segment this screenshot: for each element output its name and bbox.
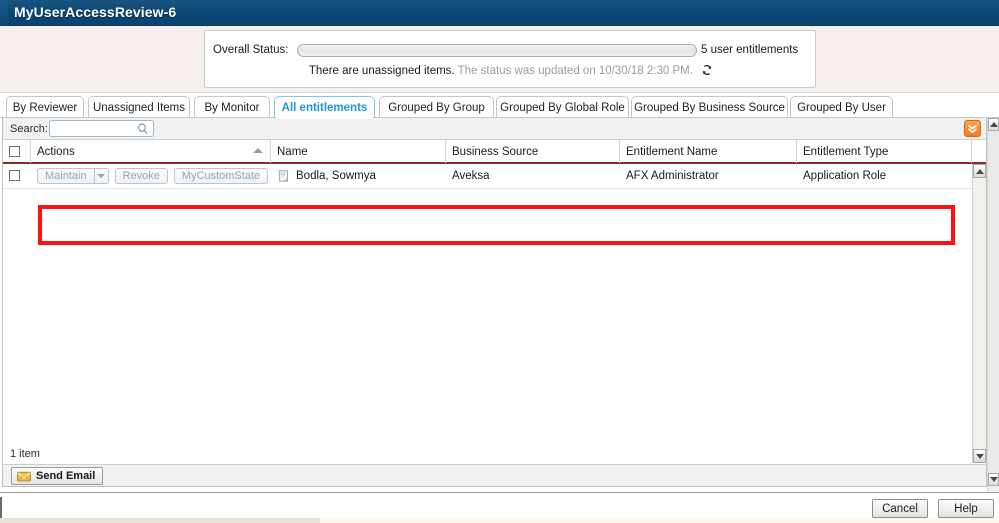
page-scroll-down-button[interactable] (988, 473, 999, 486)
refresh-icon[interactable] (701, 64, 713, 76)
page-title: MyUserAccessReview-6 (14, 4, 176, 20)
row-checkbox[interactable] (9, 170, 20, 181)
select-all-header-cell (3, 140, 31, 163)
table-header-row: Actions Name Business Source Entitlement… (3, 140, 986, 164)
overall-status-row: Overall Status: 5 user entitlements (213, 43, 809, 59)
page-scrollbar-track[interactable] (988, 131, 999, 473)
tab-by-reviewer[interactable]: By Reviewer (6, 96, 84, 118)
maintain-dropdown-arrow[interactable] (94, 168, 109, 184)
item-count-label: 1 item (10, 448, 40, 460)
column-header-business-source[interactable]: Business Source (446, 140, 620, 163)
tab-grouped-by-business-source[interactable]: Grouped By Business Source (631, 96, 788, 118)
column-header-entitlement-type-label: Entitlement Type (803, 146, 888, 158)
window-title-bar: MyUserAccessReview-6 (0, 0, 999, 26)
sort-ascending-icon (253, 148, 263, 153)
envelope-icon (17, 471, 31, 482)
triangle-up-icon (990, 122, 998, 127)
bottom-strip-right (320, 518, 999, 523)
search-input[interactable] (53, 122, 135, 136)
column-header-entitlement-name[interactable]: Entitlement Name (620, 140, 797, 163)
tab-grouped-by-user[interactable]: Grouped By User (790, 96, 893, 118)
row-select-cell (3, 164, 31, 188)
tab-grouped-by-global-role[interactable]: Grouped By Global Role (496, 96, 629, 118)
search-icon[interactable] (137, 123, 149, 135)
send-email-button[interactable]: Send Email (11, 467, 103, 485)
chevron-double-down-icon (966, 122, 979, 135)
row-entitlement-type-cell: Application Role (797, 164, 972, 188)
tab-unassigned-items[interactable]: Unassigned Items (88, 96, 190, 118)
overall-status-progress-bar (297, 44, 697, 57)
column-header-entitlement-name-label: Entitlement Name (626, 146, 717, 158)
column-header-actions[interactable]: Actions (31, 140, 271, 163)
maintain-button[interactable]: Maintain (37, 168, 94, 184)
header-scroll-spacer (972, 140, 986, 163)
grid-vertical-scrollbar[interactable] (972, 164, 986, 463)
search-label: Search: (10, 123, 48, 135)
row-name-text: Bodla, Sowmya (296, 170, 376, 182)
bottom-strip-left (0, 518, 320, 523)
grid-footer: 1 item Send Email (3, 464, 986, 486)
user-entitlement-icon (277, 169, 291, 183)
tab-by-monitor[interactable]: By Monitor (194, 96, 270, 118)
unassigned-items-warning: There are unassigned items. (309, 65, 455, 77)
tab-grouped-by-group[interactable]: Grouped By Group (379, 96, 494, 118)
application-window: MyUserAccessReview-6 Overall Status: 5 u… (0, 0, 999, 523)
header-band: Overall Status: 5 user entitlements Ther… (0, 26, 999, 93)
search-field-wrapper[interactable] (49, 120, 154, 137)
entitlements-panel: Search: (2, 118, 987, 487)
overall-status-panel: Overall Status: 5 user entitlements Ther… (204, 30, 816, 88)
cancel-button[interactable]: Cancel (872, 499, 928, 518)
grid-scroll-up-button[interactable] (973, 164, 986, 178)
tab-all-entitlements[interactable]: All entitlements (274, 96, 375, 118)
row-actions-cell: Maintain Revoke MyCustomState (31, 164, 271, 188)
status-message-row: There are unassigned items. The status w… (205, 64, 817, 77)
maintain-split-button[interactable]: Maintain (37, 168, 109, 184)
row-entitlement-name-cell: AFX Administrator (620, 164, 797, 188)
triangle-down-icon (976, 454, 984, 459)
tab-strip: By Reviewer Unassigned Items By Monitor … (0, 96, 999, 118)
revoke-button[interactable]: Revoke (115, 168, 168, 184)
column-header-business-source-label: Business Source (452, 146, 538, 158)
grid-scroll-down-button[interactable] (973, 449, 986, 463)
title-bar-left-accent (0, 0, 8, 26)
overall-status-label: Overall Status: (213, 44, 288, 56)
column-header-name[interactable]: Name (271, 140, 446, 163)
column-header-name-label: Name (277, 146, 308, 158)
grid-scrollbar-track[interactable] (973, 178, 986, 449)
triangle-up-icon (976, 169, 984, 174)
column-header-entitlement-type[interactable]: Entitlement Type (797, 140, 972, 163)
row-name-cell: Bodla, Sowmya (271, 164, 446, 188)
send-email-label: Send Email (36, 470, 95, 482)
triangle-down-icon (990, 477, 998, 482)
entitlement-count-label: 5 user entitlements (701, 44, 798, 56)
page-scroll-up-button[interactable] (988, 118, 999, 131)
chevron-down-icon (97, 174, 105, 178)
status-updated-text: The status was updated on 10/30/18 2:30 … (458, 65, 693, 77)
table-row[interactable]: Maintain Revoke MyCustomState (3, 164, 972, 189)
help-button[interactable]: Help (938, 499, 994, 518)
grid-toolbar: Search: (3, 118, 986, 140)
page-vertical-scrollbar[interactable] (987, 118, 999, 523)
mycustomstate-button[interactable]: MyCustomState (174, 168, 268, 184)
collapse-panel-button[interactable] (964, 120, 981, 137)
highlight-annotation-rectangle (38, 205, 955, 245)
column-header-actions-label: Actions (37, 146, 75, 158)
row-business-source-cell: Aveksa (446, 164, 620, 188)
select-all-checkbox[interactable] (9, 146, 20, 157)
